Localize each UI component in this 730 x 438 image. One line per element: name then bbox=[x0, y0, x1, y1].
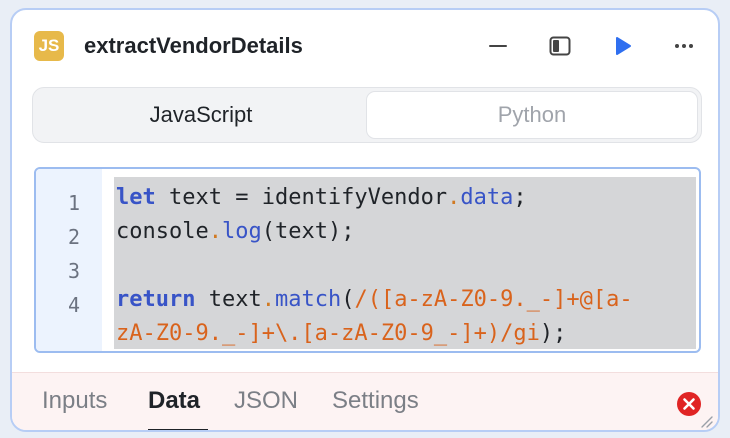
code-line-4[interactable]: return text.match(/([a-zA-Z0-9._-]+@[a- bbox=[116, 283, 633, 317]
tab-json[interactable]: JSON bbox=[234, 387, 298, 415]
card-header: JS extractVendorDetails bbox=[12, 10, 718, 82]
active-tab-underline bbox=[148, 429, 208, 430]
more-horizontal-icon[interactable] bbox=[672, 34, 696, 58]
play-icon[interactable] bbox=[610, 34, 634, 58]
line-number: 2 bbox=[67, 225, 80, 249]
tab-javascript[interactable]: JavaScript bbox=[36, 91, 366, 139]
panel-toggle-icon[interactable] bbox=[548, 34, 572, 58]
tab-inputs[interactable]: Inputs bbox=[42, 387, 107, 415]
tab-python[interactable]: Python bbox=[366, 91, 698, 139]
query-title[interactable]: extractVendorDetails bbox=[84, 31, 303, 61]
tab-settings[interactable]: Settings bbox=[332, 387, 419, 415]
code-editor[interactable]: 1 2 3 4 let text = identifyVendor.data; … bbox=[34, 167, 701, 353]
code-line-1[interactable]: let text = identifyVendor.data; bbox=[116, 181, 527, 215]
query-card: JS extractVendorDetails JavaScript Pytho… bbox=[10, 8, 720, 432]
code-line-4-wrap[interactable]: zA-Z0-9._-]+\.[a-zA-Z0-9_-]+)/gi); bbox=[116, 317, 566, 351]
tab-data[interactable]: Data bbox=[148, 387, 200, 415]
language-switcher: JavaScript Python bbox=[32, 87, 702, 143]
minus-icon[interactable] bbox=[486, 34, 510, 58]
bottom-panel: Inputs Data JSON Settings bbox=[12, 372, 718, 430]
line-number: 4 bbox=[67, 293, 80, 317]
code-line-2[interactable]: console.log(text); bbox=[116, 215, 354, 249]
line-number: 1 bbox=[67, 191, 80, 215]
resize-handle-icon[interactable] bbox=[698, 413, 714, 429]
js-badge: JS bbox=[34, 31, 64, 61]
line-number: 3 bbox=[67, 259, 80, 283]
line-number-gutter: 1 2 3 4 bbox=[36, 169, 102, 351]
